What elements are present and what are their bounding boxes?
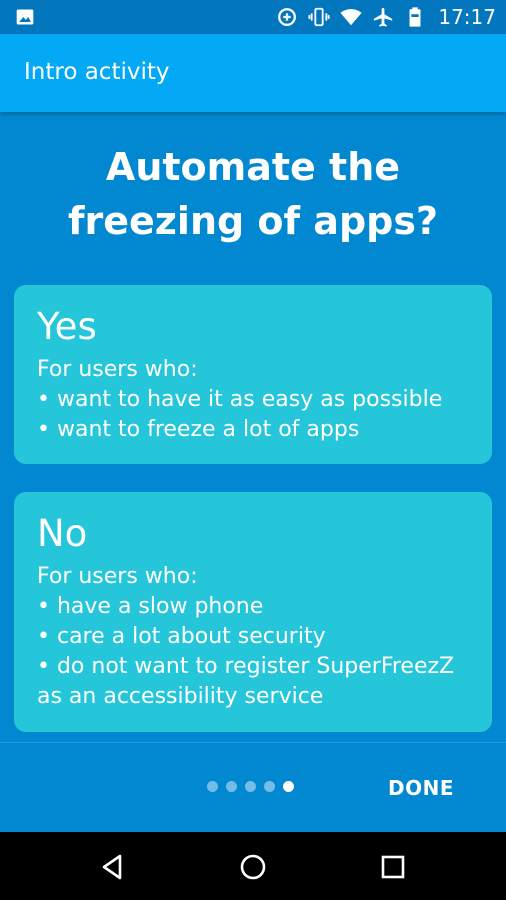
pager-dot bbox=[226, 781, 237, 792]
app-title: Intro activity bbox=[24, 59, 170, 85]
recents-icon[interactable] bbox=[378, 852, 408, 882]
option-no-line: as an accessibility service bbox=[37, 684, 324, 709]
intro-headline: Automate the freezing of apps? bbox=[67, 145, 439, 243]
option-no-line: • care a lot about security bbox=[37, 624, 326, 649]
status-time: 17:17 bbox=[438, 5, 496, 29]
back-icon[interactable] bbox=[98, 852, 128, 882]
option-yes-title: Yes bbox=[37, 305, 97, 348]
status-icons: 17:17 bbox=[276, 0, 496, 34]
footer-divider bbox=[0, 742, 506, 743]
vibrate-icon bbox=[308, 7, 330, 27]
data-saver-icon bbox=[278, 8, 297, 26]
option-yes-card[interactable]: Yes For users who: • want to have it as … bbox=[14, 285, 492, 464]
pager-indicator bbox=[207, 781, 294, 792]
option-no-title: No bbox=[37, 512, 88, 555]
pager-dot-active bbox=[283, 781, 294, 792]
option-yes-line: • want to freeze a lot of apps bbox=[37, 417, 360, 442]
done-button[interactable]: DONE bbox=[388, 776, 454, 800]
pager-dot bbox=[264, 781, 275, 792]
app-bar: Intro activity bbox=[0, 34, 506, 112]
wifi-icon bbox=[340, 9, 362, 26]
status-bar: 17:17 bbox=[0, 0, 506, 34]
option-no-line: For users who: bbox=[37, 564, 198, 589]
airplane-icon bbox=[374, 7, 393, 27]
pager-dot bbox=[245, 781, 256, 792]
option-yes-line: • want to have it as easy as possible bbox=[37, 387, 443, 412]
home-icon[interactable] bbox=[238, 852, 268, 882]
battery-icon bbox=[409, 7, 421, 27]
navigation-bar bbox=[0, 832, 506, 900]
pager-dot bbox=[207, 781, 218, 792]
option-no-line: • have a slow phone bbox=[37, 594, 264, 619]
option-yes-line: For users who: bbox=[37, 357, 198, 382]
option-no-card[interactable]: No For users who: • have a slow phone • … bbox=[14, 492, 492, 732]
image-icon bbox=[16, 9, 34, 25]
option-no-line: • do not want to register SuperFreezZ bbox=[37, 654, 455, 679]
